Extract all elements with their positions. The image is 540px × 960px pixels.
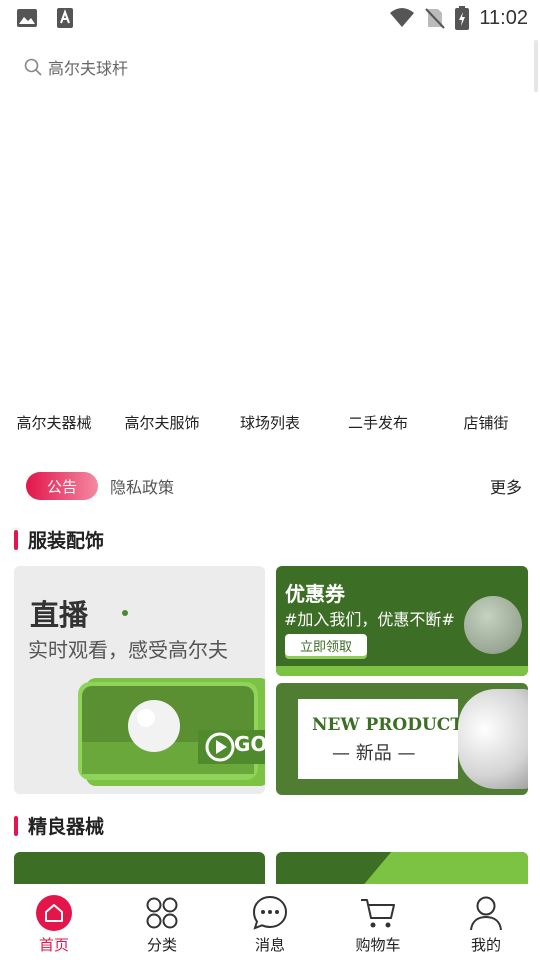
claim-coupon-button[interactable]: 立即领取	[285, 634, 367, 656]
notice-text[interactable]: 隐私政策	[110, 474, 490, 498]
section-title: 精良器械	[28, 816, 105, 838]
image-notification-icon	[17, 9, 37, 27]
category-shop-street[interactable]: 店铺街	[432, 412, 540, 440]
coupon-title: 优惠券	[285, 582, 345, 606]
wifi-icon	[390, 8, 415, 27]
tab-cart[interactable]: 购物车	[324, 884, 432, 960]
home-icon	[36, 895, 72, 931]
search-bar[interactable]: 高尔夫球杆	[24, 50, 516, 84]
tab-label: 分类	[146, 936, 177, 954]
font-notification-icon	[57, 8, 73, 28]
banner-area[interactable]	[0, 92, 540, 392]
tab-home[interactable]: 首页	[0, 884, 108, 960]
coupon-subtitle: #加入我们，优惠不断#	[284, 610, 455, 629]
category-row: 高尔夫器械 高尔夫服饰 球场列表 二手发布 店铺街	[0, 412, 540, 440]
category-golf-equipment[interactable]: 高尔夫器械	[0, 412, 108, 440]
bottom-tab-bar: 首页 分类 消息 购物车 我的	[0, 884, 540, 960]
tab-label: 消息	[254, 936, 285, 954]
battery-icon	[455, 6, 470, 30]
tab-label: 我的	[470, 936, 501, 954]
golf-ball-image	[464, 596, 522, 654]
section-header-apparel: 服装配饰	[14, 526, 104, 553]
category-second-hand[interactable]: 二手发布	[324, 412, 432, 440]
live-go-label: GO	[234, 732, 265, 756]
section-accent-bar	[14, 529, 18, 550]
live-title: 直播	[30, 598, 89, 632]
coupon-strip	[276, 666, 528, 676]
live-card[interactable]: 直播 实时观看，感受高尔夫 GO	[14, 566, 265, 794]
new-product-title-en: NEW PRODUCT	[312, 715, 463, 735]
live-dot	[122, 610, 128, 616]
coupon-card[interactable]: 优惠券 #加入我们，优惠不断# 立即领取	[276, 566, 528, 676]
section-title: 服装配饰	[28, 530, 105, 552]
notice-badge: 公告	[26, 472, 98, 500]
golf-ball-image	[458, 689, 528, 789]
section-header-equipment: 精良器械	[14, 812, 104, 839]
grid-icon	[146, 897, 178, 929]
notice-bar: 公告 隐私政策 更多	[26, 472, 522, 500]
tab-label: 购物车	[355, 936, 401, 954]
search-icon	[24, 58, 42, 76]
no-sim-icon	[425, 8, 446, 29]
user-icon	[470, 896, 502, 931]
category-course-list[interactable]: 球场列表	[216, 412, 324, 440]
new-product-title-cn: — 新品 —	[332, 743, 416, 764]
tab-label: 首页	[38, 936, 69, 954]
tab-messages[interactable]: 消息	[216, 884, 324, 960]
tab-category[interactable]: 分类	[108, 884, 216, 960]
golf-ball-video-illustration	[78, 678, 265, 786]
clock: 11:02	[479, 6, 528, 29]
live-subtitle: 实时观看，感受高尔夫	[28, 638, 228, 662]
notice-more-link[interactable]: 更多	[490, 474, 522, 498]
status-bar: 11:02	[0, 0, 540, 36]
tab-profile[interactable]: 我的	[432, 884, 540, 960]
cart-icon	[361, 899, 395, 928]
section-accent-bar	[14, 815, 18, 836]
category-golf-apparel[interactable]: 高尔夫服饰	[108, 412, 216, 440]
new-product-card[interactable]: NEW PRODUCT — 新品 —	[276, 683, 528, 795]
search-input[interactable]: 高尔夫球杆	[48, 55, 128, 79]
chat-icon	[252, 895, 288, 930]
